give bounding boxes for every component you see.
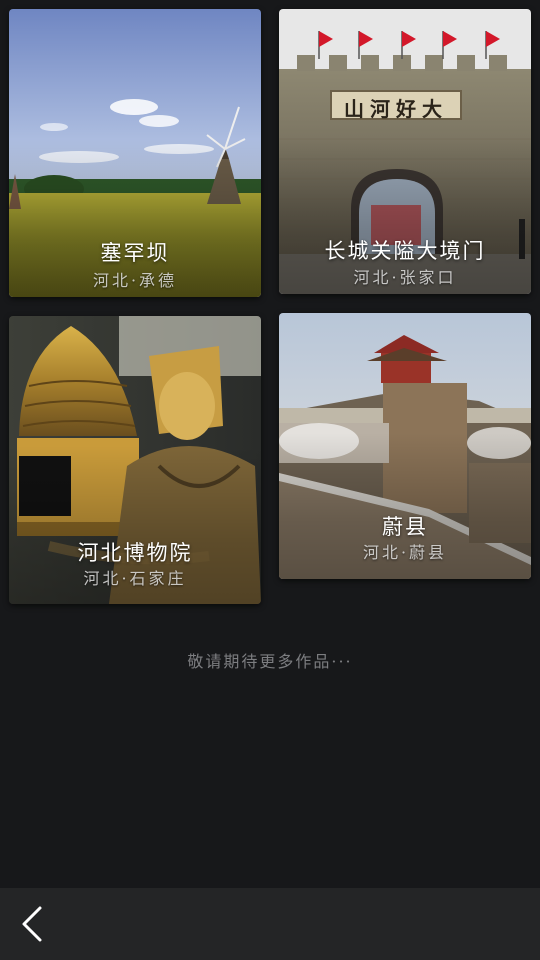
card-title: 塞罕坝 — [100, 241, 170, 265]
page: 塞罕坝 河北·承德 山河好大 长城关隘大境门 河北·张家口 河北博物院 河北·石… — [0, 0, 540, 960]
work-card-dajingmen[interactable]: 山河好大 长城关隘大境门 河北·张家口 — [279, 9, 531, 294]
card-subtitle: 河北·石家庄 — [83, 569, 187, 588]
card-subtitle: 河北·蔚县 — [362, 543, 448, 562]
bottom-navigation-bar — [0, 888, 540, 960]
back-button[interactable] — [8, 898, 60, 950]
work-card-hebei-museum[interactable]: 河北博物院 河北·石家庄 — [9, 316, 261, 604]
work-card-saihanba[interactable]: 塞罕坝 河北·承德 — [9, 9, 261, 297]
card-subtitle: 河北·承德 — [92, 271, 178, 290]
work-card-yuxian[interactable]: 蔚县 河北·蔚县 — [279, 313, 531, 579]
gate-plaque-text: 山河好大 — [344, 97, 448, 121]
card-title: 河北博物院 — [77, 541, 193, 565]
more-works-coming-text: 敬请期待更多作品··· — [187, 652, 353, 671]
card-title: 长城关隘大境门 — [324, 239, 486, 263]
card-title: 蔚县 — [382, 515, 428, 539]
chevron-left-icon — [22, 906, 42, 942]
card-subtitle: 河北·张家口 — [353, 268, 457, 287]
